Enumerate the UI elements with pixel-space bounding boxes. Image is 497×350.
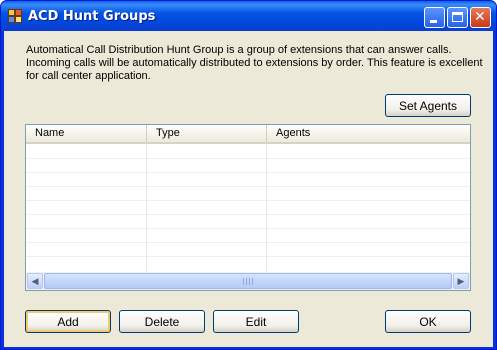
description-line-2: Incoming calls will be automatically dis… <box>26 57 483 69</box>
close-icon: ✕ <box>474 9 486 25</box>
list-body[interactable] <box>26 144 470 272</box>
description-line-3: for call center application. <box>26 70 151 82</box>
maximize-button[interactable] <box>447 7 468 28</box>
set-agents-button[interactable]: Set Agents <box>385 94 471 117</box>
grip-icon <box>243 278 253 285</box>
row-gridline <box>26 172 470 173</box>
row-gridline <box>26 214 470 215</box>
row-gridline <box>26 186 470 187</box>
description-text: Automatical Call Distribution Hunt Group… <box>26 44 486 83</box>
column-divider <box>266 144 267 272</box>
close-button[interactable]: ✕ <box>470 7 491 28</box>
delete-button[interactable]: Delete <box>119 310 205 333</box>
hunt-groups-list[interactable]: Name Type Agents ◀ ▶ <box>25 124 471 291</box>
scroll-right-icon[interactable]: ▶ <box>453 273 469 289</box>
description-line-1: Automatical Call Distribution Hunt Group… <box>26 44 452 56</box>
column-divider <box>146 144 147 272</box>
scrollbar-thumb[interactable] <box>44 273 452 289</box>
dialog-client-area: Automatical Call Distribution Hunt Group… <box>4 31 493 347</box>
ok-button[interactable]: OK <box>385 310 471 333</box>
row-gridline <box>26 256 470 257</box>
minimize-button[interactable] <box>424 7 445 28</box>
window-title: ACD Hunt Groups <box>28 9 156 24</box>
acd-hunt-groups-window: ACD Hunt Groups ✕ Automatical Call Distr… <box>0 0 497 350</box>
row-gridline <box>26 158 470 159</box>
app-window-icon[interactable] <box>8 9 22 23</box>
maximize-icon <box>452 12 463 22</box>
row-gridline <box>26 200 470 201</box>
row-gridline <box>26 228 470 229</box>
list-header: Name Type Agents <box>26 125 470 144</box>
column-header-type[interactable]: Type <box>147 125 267 142</box>
edit-button[interactable]: Edit <box>213 310 299 333</box>
row-gridline <box>26 242 470 243</box>
add-button[interactable]: Add <box>25 310 111 333</box>
horizontal-scrollbar[interactable]: ◀ ▶ <box>26 272 470 290</box>
title-bar[interactable]: ACD Hunt Groups ✕ <box>1 1 496 31</box>
minimize-icon <box>430 20 437 23</box>
scroll-left-icon[interactable]: ◀ <box>27 273 43 289</box>
column-header-agents[interactable]: Agents <box>267 125 470 142</box>
column-header-name[interactable]: Name <box>26 125 147 142</box>
